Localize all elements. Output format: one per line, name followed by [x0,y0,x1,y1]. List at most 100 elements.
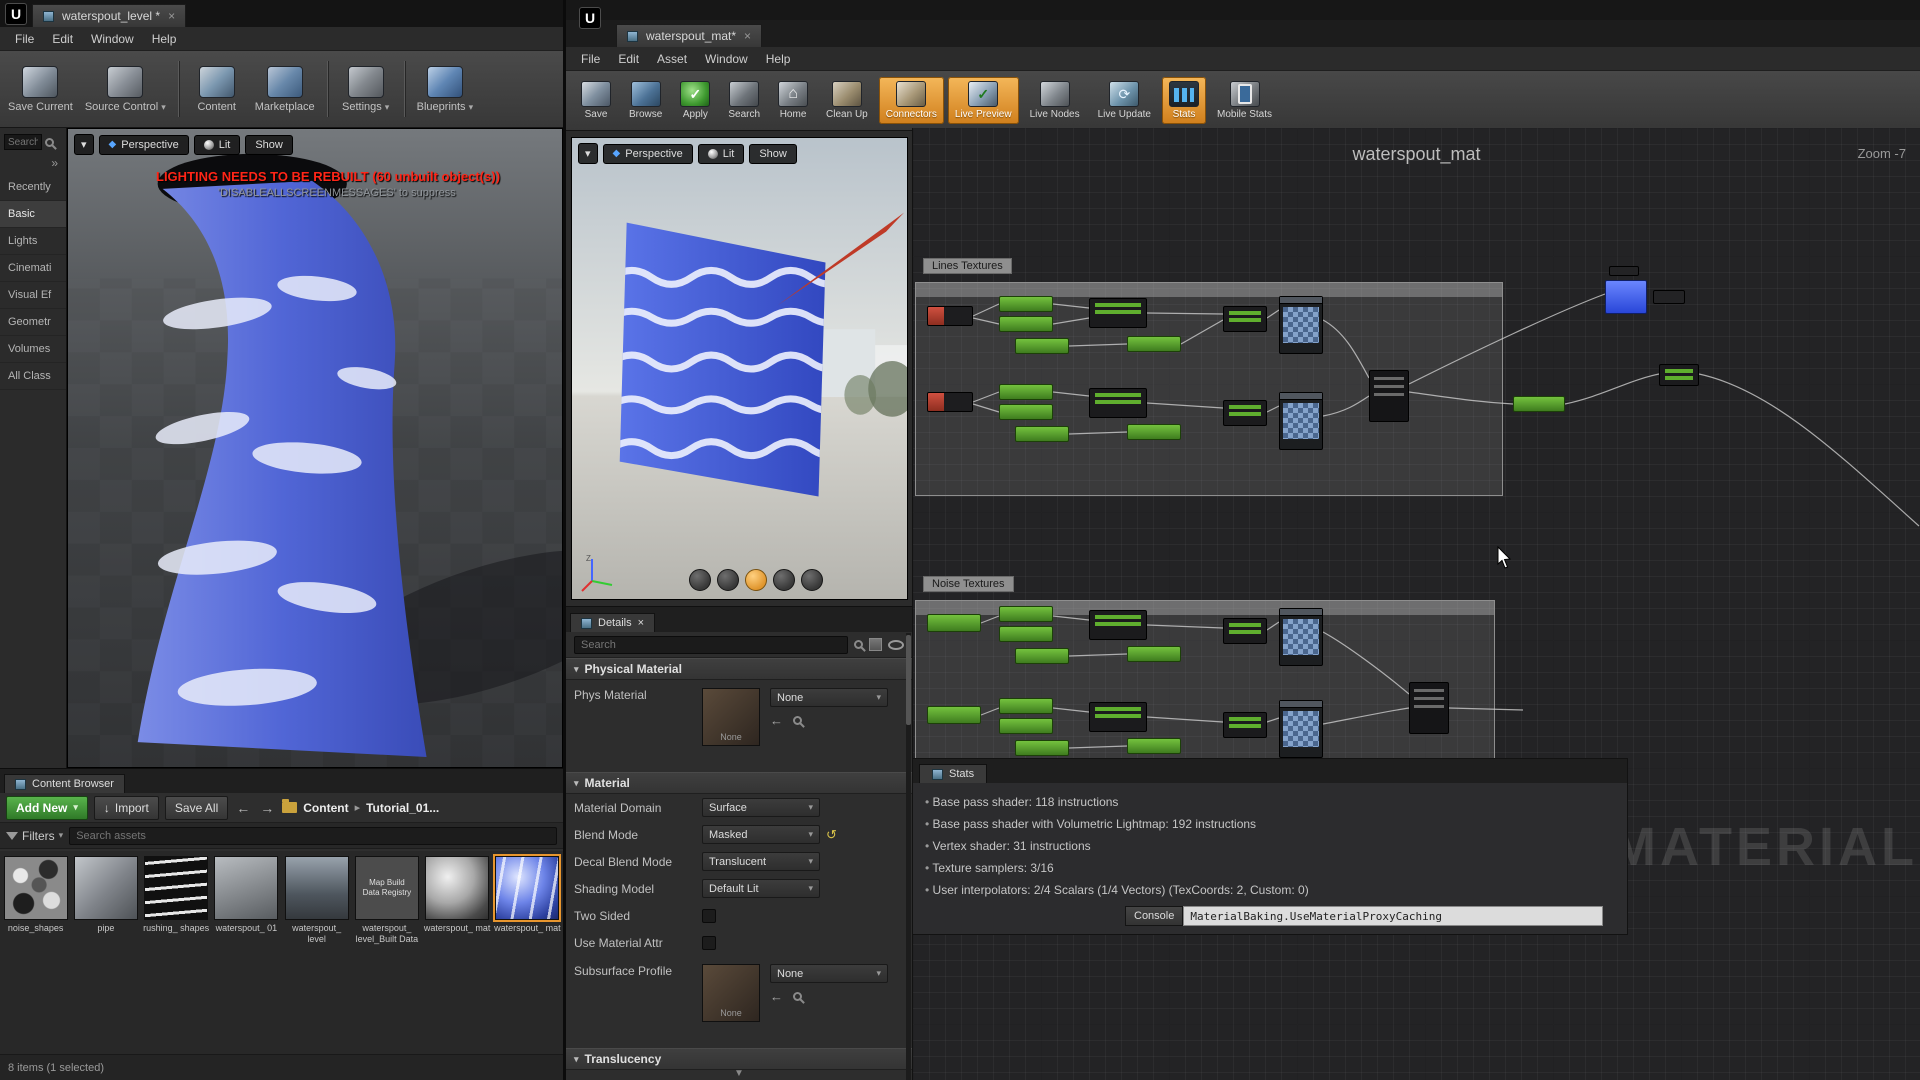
close-icon[interactable]: × [638,617,644,629]
details-tab[interactable]: Details × [570,613,655,632]
stats-tab[interactable]: Stats [919,764,987,783]
graph-node-green[interactable] [1127,424,1181,440]
toolbar-button-live-update[interactable]: ⟳Live Update [1091,77,1158,124]
graph-node-dark[interactable] [1223,618,1267,644]
menu-item-edit[interactable]: Edit [609,49,648,69]
comment-label-noise-textures[interactable]: Noise Textures [923,576,1014,592]
subsurface-profile-thumbnail[interactable]: None [702,964,760,1022]
graph-node-green[interactable] [999,718,1053,734]
toolbar-button-blueprints[interactable]: Blueprints▾ [417,66,473,113]
modes-item-recently[interactable]: Recently [0,174,66,201]
grid-view-icon[interactable] [869,638,882,651]
modes-item-basic[interactable]: Basic [0,201,66,228]
modes-item-all-class[interactable]: All Class [0,363,66,390]
perspective-button[interactable]: ◆Perspective [603,144,693,164]
use-selected-asset-icon[interactable]: ← [770,713,783,728]
details-search-input[interactable] [574,636,848,654]
modes-item-cinemati[interactable]: Cinemati [0,255,66,282]
graph-node-green[interactable] [1127,336,1181,352]
toolbar-button-browse[interactable]: Browse [622,77,669,124]
graph-node-green[interactable] [999,626,1053,642]
phys-material-thumbnail[interactable]: None [702,688,760,746]
browse-to-asset-icon[interactable] [793,716,802,725]
level-viewport[interactable]: ▾ ◆Perspective Lit Show LIGHTING NEEDS T… [67,128,563,768]
subsurface-profile-combo[interactable]: None ▾ [770,964,888,983]
forward-arrow-icon[interactable]: → [258,800,276,816]
lit-button[interactable]: Lit [194,135,241,155]
reset-to-default-icon[interactable]: ↺ [826,827,837,843]
graph-node-dark[interactable] [1089,298,1147,328]
toolbar-button-connectors[interactable]: Connectors [879,77,944,124]
section-translucency[interactable]: ▾ Translucency [566,1048,912,1070]
toolbar-button-search[interactable]: Search [721,77,767,124]
breadcrumb-item-tutorial-01[interactable]: Tutorial_01... [366,801,439,815]
graph-node-small[interactable] [1609,266,1639,276]
menu-item-window[interactable]: Window [82,29,143,49]
graph-node-dark[interactable] [1223,712,1267,738]
details-combo-decal-blend-mode[interactable]: Translucent▾ [702,852,820,871]
graph-node-green[interactable] [1513,396,1565,412]
graph-node-green[interactable] [999,296,1053,312]
toolbar-button-home[interactable]: ⌂Home [771,77,815,124]
graph-node-lerp[interactable] [1409,682,1449,734]
menu-item-help[interactable]: Help [757,49,800,69]
graph-node-green[interactable] [1015,740,1069,756]
asset-tile[interactable]: waterspout_ 01 [213,856,280,1049]
graph-node-red[interactable] [927,392,973,412]
graph-node-green[interactable] [1015,338,1069,354]
use-selected-asset-icon[interactable]: ← [770,989,783,1004]
graph-node-green[interactable] [927,614,981,632]
graph-node-dark[interactable] [1089,388,1147,418]
asset-tile[interactable]: pipe [72,856,139,1049]
asset-tile[interactable]: waterspout_ level [283,856,350,1049]
graph-node-dark[interactable] [1223,400,1267,426]
back-arrow-icon[interactable]: ← [234,800,252,816]
graph-node-dark[interactable] [1089,610,1147,640]
graph-node-green[interactable] [999,316,1053,332]
asset-tile[interactable]: waterspout_ mat [494,856,561,1049]
material-preview-viewport[interactable]: ▾ ◆Perspective Lit Show Z [571,137,908,600]
asset-tile[interactable]: Map Build Data Registrywaterspout_ level… [353,856,420,1049]
scroll-down-arrow-icon[interactable]: ▼ [734,1068,744,1079]
asset-search-input[interactable] [69,827,557,845]
graph-node-tex[interactable] [1279,700,1323,758]
show-button[interactable]: Show [749,144,797,164]
graph-node-tex[interactable] [1279,608,1323,666]
material-graph[interactable]: waterspout_mat Zoom -7 Lines Textures No… [912,128,1920,1080]
graph-node-dark[interactable] [1089,702,1147,732]
graph-node-dark[interactable] [1223,306,1267,332]
graph-node-green[interactable] [999,698,1053,714]
save-all-button[interactable]: Save All [165,796,228,820]
graph-node-green[interactable] [1127,738,1181,754]
details-combo-blend-mode[interactable]: Masked▾ [702,825,820,844]
toolbar-button-save[interactable]: Save [574,77,618,124]
menu-item-edit[interactable]: Edit [43,29,82,49]
material-tab[interactable]: waterspout_mat* × [616,24,762,47]
toolbar-button-clean-up[interactable]: Clean Up [819,77,875,124]
modes-item-geometr[interactable]: Geometr [0,309,66,336]
perspective-button[interactable]: ◆Perspective [99,135,189,155]
comment-label-lines-textures[interactable]: Lines Textures [923,258,1012,274]
menu-item-asset[interactable]: Asset [648,49,696,69]
toolbar-button-mobile-stats[interactable]: Mobile Stats [1210,77,1279,124]
menu-item-file[interactable]: File [572,49,609,69]
preview-cylinder-button[interactable] [689,569,711,591]
modes-search-input[interactable] [4,134,42,150]
section-physical-material[interactable]: ▾ Physical Material [566,658,912,680]
preview-cube-button[interactable] [773,569,795,591]
graph-node-small[interactable] [1653,290,1685,304]
graph-node-red[interactable] [927,306,973,326]
filters-button[interactable]: Filters ▾ [6,829,63,843]
modes-item-volumes[interactable]: Volumes [0,336,66,363]
preview-plane-button[interactable] [745,569,767,591]
toolbar-button-settings[interactable]: Settings▾ [340,66,392,113]
preview-sphere-button[interactable] [717,569,739,591]
browse-to-asset-icon[interactable] [793,992,802,1001]
import-button[interactable]: ↓ Import [94,796,159,820]
modes-item-visual-ef[interactable]: Visual Ef [0,282,66,309]
toolbar-button-source-control[interactable]: Source Control▾ [85,66,166,113]
asset-tile[interactable]: noise_shapes [2,856,69,1049]
graph-node-green[interactable] [1127,646,1181,662]
preview-mesh-button[interactable] [801,569,823,591]
modes-item-lights[interactable]: Lights [0,228,66,255]
